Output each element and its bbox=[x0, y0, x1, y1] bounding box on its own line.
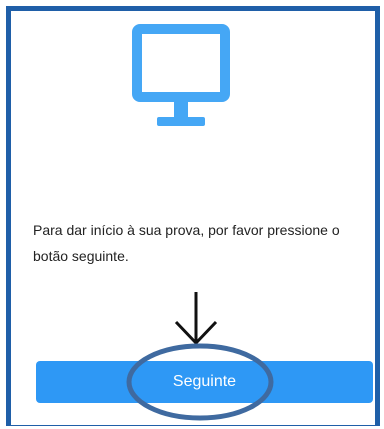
next-button[interactable]: Seguinte bbox=[36, 361, 373, 403]
instruction-text: Para dar início à sua prova, por favor p… bbox=[33, 222, 340, 264]
monitor-icon bbox=[132, 24, 230, 126]
arrow-down-icon bbox=[174, 292, 218, 346]
